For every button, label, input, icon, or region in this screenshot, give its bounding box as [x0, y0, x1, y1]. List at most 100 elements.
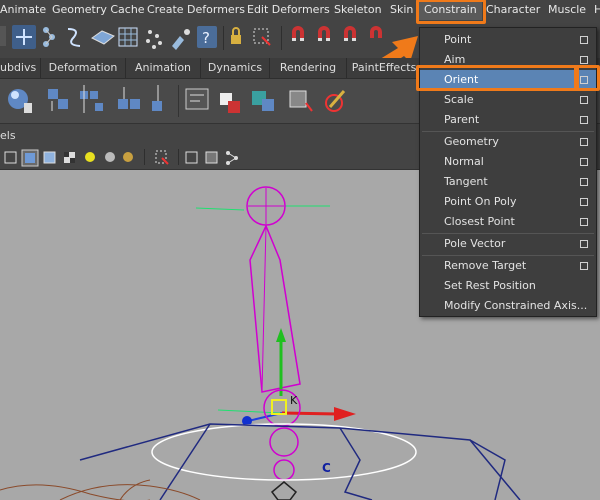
ik-handle-icon[interactable] — [48, 89, 68, 111]
share-icon[interactable] — [226, 151, 238, 165]
material-sphere-icon[interactable] — [123, 152, 133, 162]
menu-item-point-on-poly[interactable]: Point On Poly — [420, 192, 596, 212]
move-tool-icon[interactable] — [12, 25, 36, 49]
menu-character[interactable]: Character — [486, 0, 540, 20]
menu-item-closest-point[interactable]: Closest Point — [420, 212, 596, 232]
menu-item-point[interactable]: Point — [420, 30, 596, 50]
root-joint[interactable] — [270, 481, 298, 500]
menu-item-label: Normal — [444, 155, 484, 168]
hip-joint[interactable] — [273, 459, 295, 481]
constrain-menu: Point Aim Orient Scale Parent Geometry N… — [419, 27, 597, 317]
checker-icon[interactable] — [64, 152, 75, 163]
help-icon[interactable]: ? — [197, 26, 217, 48]
menu-item-geometry[interactable]: Geometry — [420, 132, 596, 152]
menu-item-remove-target[interactable]: Remove Target — [420, 256, 596, 276]
menu-animate[interactable]: Animate — [0, 0, 46, 20]
shadow-sphere-icon[interactable] — [105, 152, 115, 162]
menu-truncated[interactable]: H — [594, 0, 600, 20]
mesh-wire-3 — [339, 427, 373, 500]
magnet-icon[interactable] — [292, 26, 304, 41]
menu-muscle[interactable]: Muscle — [548, 0, 586, 20]
tab-painteffects[interactable]: PaintEffects — [347, 58, 422, 78]
x-axis-arrowhead — [334, 407, 356, 421]
menu-geometry-cache[interactable]: Geometry Cache — [52, 0, 145, 20]
cluster-icon[interactable] — [146, 30, 162, 49]
menu-constrain[interactable]: Constrain — [419, 0, 482, 20]
shaded-cube-icon[interactable] — [21, 149, 39, 167]
option-box-icon[interactable] — [580, 262, 588, 270]
panel-label[interactable]: els — [0, 129, 16, 142]
menu-item-label: Point — [444, 33, 472, 46]
option-box-icon[interactable] — [580, 76, 588, 84]
menu-item-set-rest-position[interactable]: Set Rest Position — [420, 276, 596, 296]
wireframe-cube-icon[interactable] — [4, 151, 17, 164]
pelvis-joint[interactable] — [269, 427, 299, 457]
bone-edge-2 — [279, 259, 301, 385]
magnet-icon-2[interactable] — [318, 26, 330, 41]
mesh-wire-4 — [469, 439, 506, 500]
xray-joints-icon[interactable] — [205, 151, 218, 164]
option-box-icon[interactable] — [580, 116, 588, 124]
light-icon[interactable] — [85, 152, 95, 162]
constraint-icon[interactable] — [220, 93, 240, 113]
menu-item-modify-constrained-axis[interactable]: Modify Constrained Axis... — [420, 296, 596, 316]
option-box-icon[interactable] — [580, 158, 588, 166]
menu-edit-deformers[interactable]: Edit Deformers — [247, 0, 330, 20]
tab-dynamics[interactable]: Dynamics — [201, 58, 270, 78]
option-box-icon[interactable] — [580, 198, 588, 206]
option-box-icon[interactable] — [580, 138, 588, 146]
menu-item-scale[interactable]: Scale — [420, 90, 596, 110]
isolate-select-icon[interactable] — [155, 150, 169, 165]
paint-icon[interactable] — [172, 29, 190, 50]
xray-cube-icon[interactable] — [185, 151, 198, 164]
option-box-icon[interactable] — [580, 240, 588, 248]
hud-icon[interactable] — [185, 88, 209, 110]
curve-brown-1 — [0, 484, 150, 500]
neck-bone[interactable] — [249, 224, 301, 393]
option-box-icon[interactable] — [580, 36, 588, 44]
tab-deformation[interactable]: Deformation — [41, 58, 126, 78]
bind-skin-icon[interactable] — [80, 85, 103, 113]
menu-item-orient[interactable]: Orient — [420, 70, 596, 90]
plane-icon[interactable] — [91, 30, 115, 45]
x-axis-arrow[interactable] — [281, 411, 339, 416]
constraint-icon-2[interactable] — [252, 91, 274, 111]
menu-item-aim[interactable]: Aim — [420, 50, 596, 70]
main-menubar: Animate Geometry Cache Create Deformers … — [0, 0, 600, 21]
paint-brush-icon[interactable] — [325, 90, 346, 112]
menu-item-label: Modify Constrained Axis... — [444, 299, 588, 312]
menu-item-label: Parent — [444, 113, 480, 126]
curve-brown-3 — [119, 479, 151, 500]
magnet-icon-3[interactable] — [344, 26, 356, 41]
curve-icon[interactable] — [67, 28, 81, 47]
option-box-icon[interactable] — [580, 96, 588, 104]
textured-cube-icon[interactable] — [43, 151, 56, 164]
tab-rendering[interactable]: Rendering — [270, 58, 347, 78]
tab-subdivs[interactable]: ubdivs — [0, 58, 41, 78]
curve-brown-2 — [59, 484, 201, 500]
bind-skin-icon-2[interactable] — [118, 87, 140, 109]
constraint-icon-3[interactable] — [289, 90, 313, 112]
menu-skeleton[interactable]: Skeleton — [334, 0, 382, 20]
menu-item-normal[interactable]: Normal — [420, 152, 596, 172]
option-box-icon[interactable] — [580, 56, 588, 64]
menu-skin[interactable]: Skin — [390, 0, 413, 20]
select-icon[interactable] — [253, 28, 271, 46]
option-box-icon[interactable] — [580, 218, 588, 226]
lattice-icon[interactable] — [118, 27, 138, 47]
lock-icon[interactable] — [231, 27, 241, 44]
tab-animation[interactable]: Animation — [126, 58, 201, 78]
mesh-wire-1 — [79, 423, 521, 500]
c-label: C — [322, 461, 331, 475]
menu-item-parent[interactable]: Parent — [420, 110, 596, 130]
sphere-icon[interactable] — [8, 89, 32, 113]
joint-chain-icon[interactable] — [43, 27, 55, 47]
menu-item-tangent[interactable]: Tangent — [420, 172, 596, 192]
option-box-icon[interactable] — [580, 178, 588, 186]
menu-item-pole-vector[interactable]: Pole Vector — [420, 234, 596, 254]
menu-create-deformers[interactable]: Create Deformers — [147, 0, 245, 20]
menu-item-label: Remove Target — [444, 259, 527, 272]
magnet-icon-4[interactable] — [370, 26, 382, 38]
k-label: K — [290, 394, 298, 407]
paint-weights-icon[interactable] — [152, 85, 162, 111]
